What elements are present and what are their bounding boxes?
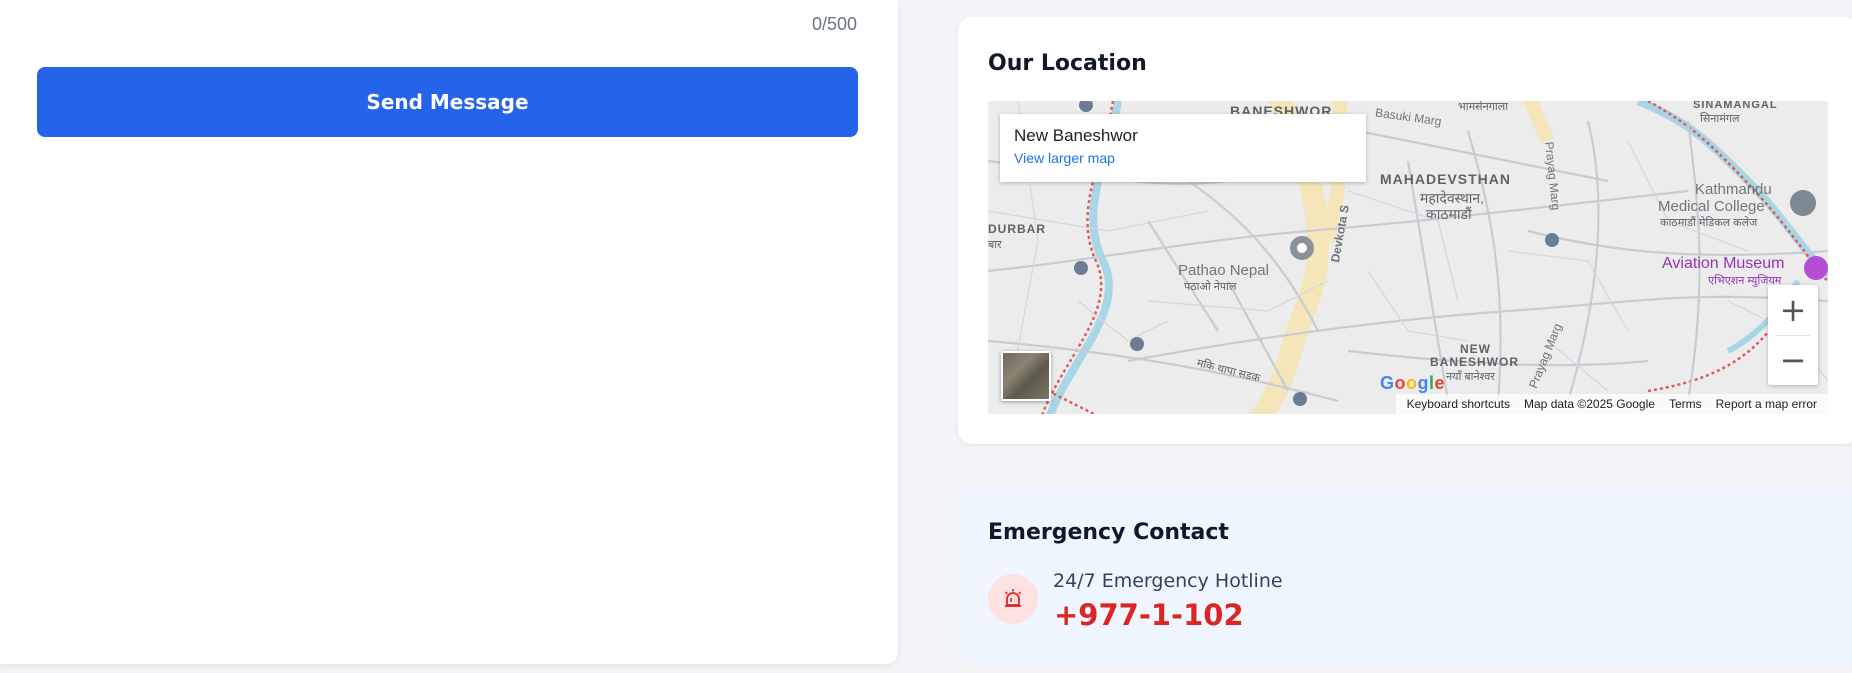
map-label-pathao-np: पठाओ नेपाल — [1184, 281, 1237, 293]
map-label-durbar: DURBAR — [988, 222, 1046, 236]
location-title: Our Location — [988, 51, 1147, 76]
terms-link[interactable]: Terms — [1662, 397, 1709, 411]
map-label-new-np: नयाँ बानेश्वर — [1446, 371, 1495, 383]
map-place-name: New Baneshwor — [1014, 126, 1138, 145]
map-label-kmc-2: Medical College — [1658, 198, 1765, 215]
map-attribution-bar: Keyboard shortcuts Map data ©2025 Google… — [1395, 394, 1828, 414]
hotline-label: 24/7 Emergency Hotline — [1053, 570, 1283, 592]
character-counter: 0/500 — [812, 14, 858, 34]
report-map-error-link[interactable]: Report a map error — [1709, 397, 1824, 411]
map-label-kmc-np: काठमाडौं मेडिकल कलेज — [1660, 217, 1758, 229]
map-label-new-1: NEW — [1460, 342, 1491, 356]
hotline-phone-number[interactable]: +977-1-102 — [1054, 598, 1244, 632]
map-label-aviation-museum: Aviation Museum — [1662, 255, 1785, 272]
location-card: Our Location BANESHWOR Basuki Marg भामसे… — [958, 17, 1852, 444]
map-label-sinamangal-np: सिनामंगल — [1700, 113, 1740, 125]
siren-icon — [988, 574, 1038, 624]
map-label-new-2: BANESHWOR — [1430, 355, 1519, 369]
emergency-contact-card: Emergency Contact 24/7 Emergency Hotline… — [958, 486, 1852, 664]
map-label-sinamangal: SINAMANGAL — [1693, 101, 1778, 111]
map-label-durbar-np: बार — [988, 239, 1002, 251]
map-zoom-control: + − — [1768, 285, 1818, 385]
send-message-button[interactable]: Send Message — [37, 67, 858, 137]
emergency-title: Emergency Contact — [988, 520, 1229, 545]
contact-form-card: 0/500 Send Message — [0, 0, 898, 664]
google-logo: Google — [1380, 373, 1446, 393]
zoom-divider — [1776, 335, 1810, 336]
map-info-box: New Baneshwor View larger map — [1000, 114, 1366, 182]
satellite-toggle-thumbnail[interactable] — [1001, 351, 1051, 401]
map-data-credit: Map data ©2025 Google — [1524, 397, 1655, 411]
zoom-out-button[interactable]: − — [1768, 335, 1818, 385]
map-label-kmc-1: Kathmandu — [1695, 181, 1772, 198]
map-label-bhamsen: भामसेनगाला — [1458, 101, 1509, 113]
map-label-mahadevsthan: MAHADEVSTHAN — [1380, 171, 1511, 187]
embedded-map[interactable]: BANESHWOR Basuki Marg भामसेनगाला SINAMAN… — [988, 101, 1828, 414]
zoom-in-button[interactable]: + — [1768, 285, 1818, 335]
keyboard-shortcuts-link[interactable]: Keyboard shortcuts — [1400, 397, 1517, 411]
map-label-mahadevsthan-np2: काठमाडौं — [1426, 206, 1472, 222]
map-label-pathao: Pathao Nepal — [1178, 262, 1269, 279]
view-larger-map-link[interactable]: View larger map — [1014, 150, 1352, 166]
